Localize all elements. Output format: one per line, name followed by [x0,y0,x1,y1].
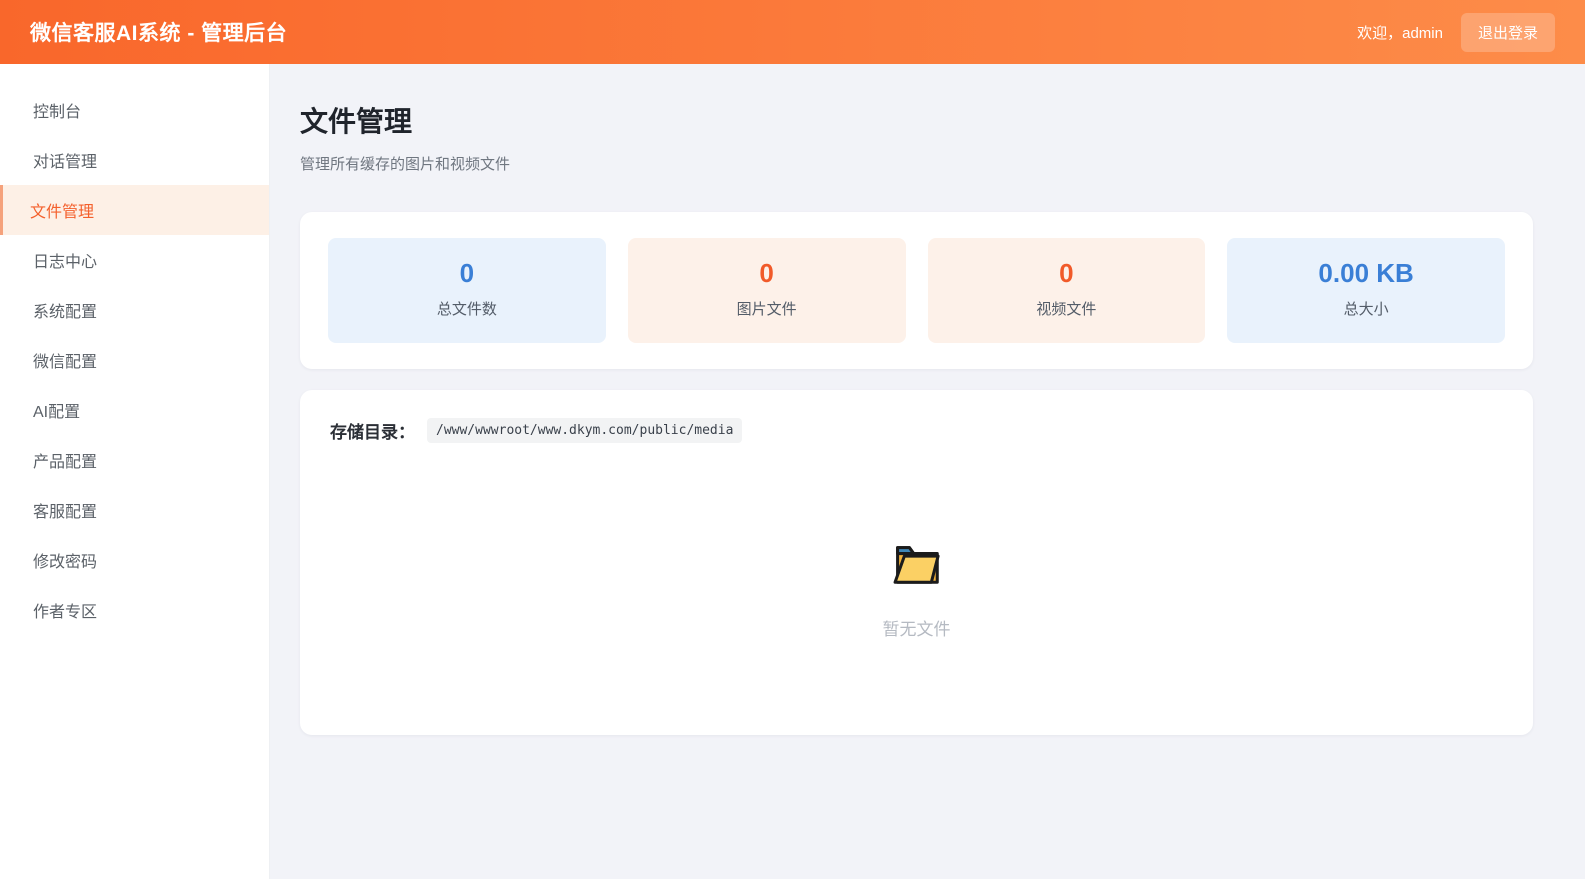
welcome-text: 欢迎，admin [1357,24,1443,42]
sidebar-item-wechat-config[interactable]: 微信配置 [0,335,269,385]
stats-grid: 0 总文件数 0 图片文件 0 视频文件 0.00 KB 总大小 [328,238,1505,343]
sidebar-item-console[interactable]: 控制台 [0,85,269,135]
page-subtitle: 管理所有缓存的图片和视频文件 [300,156,511,173]
stat-card-total-files: 0 总文件数 [328,238,606,343]
sidebar-item-dialogs[interactable]: 对话管理 [0,135,269,185]
storage-directory-label: 存储目录： [330,423,415,442]
stat-label-total-files: 总文件数 [436,301,497,318]
storage-directory-row: 存储目录： /www/wwwroot/www.dkym.com/public/m… [330,418,1503,443]
sidebar-item-files[interactable]: 文件管理 [0,185,269,235]
header-right: 欢迎，admin 退出登录 [1357,12,1555,52]
sidebar-item-ai-config[interactable]: AI配置 [0,385,269,435]
sidebar-item-service-config[interactable]: 客服配置 [0,485,269,535]
open-folder-icon [893,546,940,584]
storage-directory-path: /www/wwwroot/www.dkym.com/public/media [427,418,743,443]
empty-state-text: 暂无文件 [882,620,951,639]
stat-label-total-size: 总大小 [1343,301,1389,318]
sidebar-item-logs[interactable]: 日志中心 [0,235,269,285]
sidebar-item-change-password[interactable]: 修改密码 [0,535,269,585]
empty-state: 暂无文件 [330,535,1503,640]
main-layout: 控制台 对话管理 文件管理 日志中心 系统配置 微信配置 AI配置 产品配置 客… [0,64,1585,879]
content-area: 文件管理 管理所有缓存的图片和视频文件 0 总文件数 0 图片文件 0 视频文件… [270,64,1585,879]
stat-card-video-files: 0 视频文件 [927,238,1206,343]
sidebar-item-system-config[interactable]: 系统配置 [0,285,269,335]
page-title: 文件管理 [300,106,413,137]
stat-card-image-files: 0 图片文件 [627,238,906,343]
sidebar: 控制台 对话管理 文件管理 日志中心 系统配置 微信配置 AI配置 产品配置 客… [0,64,270,879]
stat-value-image-files: 0 [759,258,774,288]
stat-value-video-files: 0 [1059,258,1074,288]
stat-label-video-files: 视频文件 [1036,301,1097,318]
sidebar-item-author-zone[interactable]: 作者专区 [0,585,269,635]
app-header: 微信客服AI系统 - 管理后台 欢迎，admin 退出登录 [0,0,1585,64]
stat-value-total-files: 0 [459,258,475,288]
stat-value-total-size: 0.00 KB [1318,258,1414,288]
sidebar-item-product-config[interactable]: 产品配置 [0,435,269,485]
files-card: 存储目录： /www/wwwroot/www.dkym.com/public/m… [300,390,1533,735]
app-title: 微信客服AI系统 - 管理后台 [30,22,288,45]
logout-button[interactable]: 退出登录 [1460,12,1555,52]
stat-card-total-size: 0.00 KB 总大小 [1227,238,1505,343]
stats-card: 0 总文件数 0 图片文件 0 视频文件 0.00 KB 总大小 [300,212,1533,369]
stat-label-image-files: 图片文件 [736,301,797,318]
